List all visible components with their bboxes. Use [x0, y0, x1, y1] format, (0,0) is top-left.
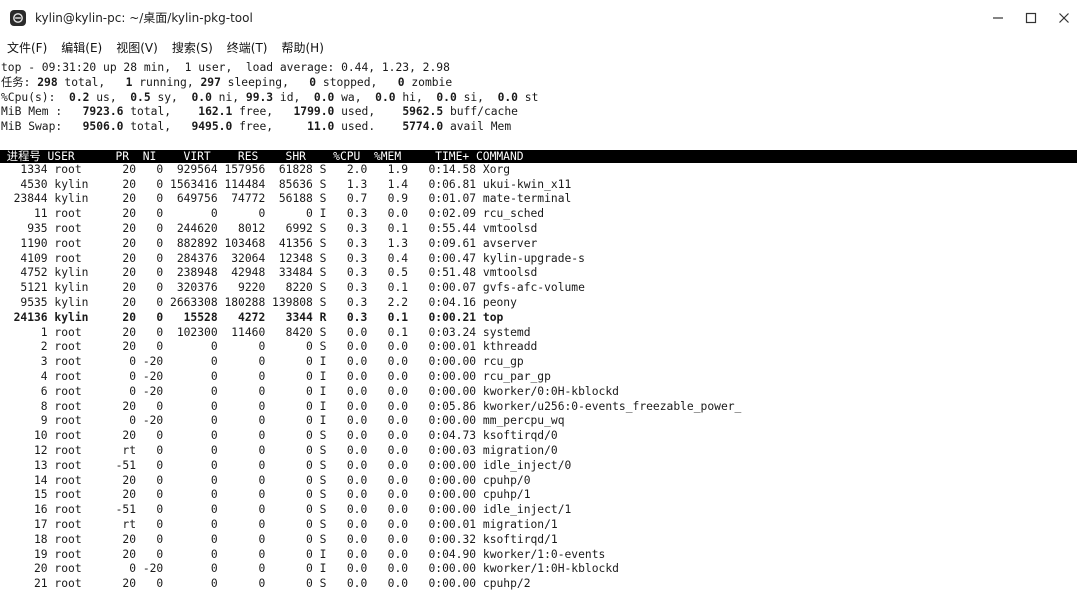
process-row: 12 root rt 0 0 0 0 S 0.0 0.0 0:00.03 mig…	[0, 443, 558, 457]
process-row: 935 root 20 0 244620 8012 6992 S 0.3 0.1…	[0, 221, 538, 235]
uptime-line: top - 09:31:20 up 28 min, 1 user, load a…	[1, 61, 450, 74]
process-row: 6 root 0 -20 0 0 0 I 0.0 0.0 0:00.00 kwo…	[0, 384, 619, 398]
menu-search[interactable]: 搜索(S)	[172, 39, 213, 56]
menu-file[interactable]: 文件(F)	[7, 39, 47, 56]
terminal-app-icon	[10, 9, 26, 26]
maximize-icon	[1025, 12, 1036, 23]
menu-terminal[interactable]: 终端(T)	[227, 39, 268, 56]
process-row: 1 root 20 0 102300 11460 8420 S 0.0 0.1 …	[0, 325, 531, 339]
process-row: 4752 kylin 20 0 238948 42948 33484 S 0.3…	[0, 266, 538, 280]
process-row: 10 root 20 0 0 0 0 S 0.0 0.0 0:04.73 kso…	[0, 429, 558, 443]
process-row: 8 root 20 0 0 0 0 I 0.0 0.0 0:05.86 kwor…	[0, 399, 742, 413]
cpu-line: %Cpu(s): 0.2 us, 0.5 sy, 0.0 ni, 99.3 id…	[1, 90, 539, 104]
process-row: 16 root -51 0 0 0 0 S 0.0 0.0 0:00.00 id…	[0, 503, 572, 517]
mem-line: MiB Mem : 7923.6 total, 162.1 free, 1799…	[1, 105, 518, 119]
process-row: 4109 root 20 0 284376 32064 12348 S 0.3 …	[0, 251, 585, 265]
process-row: 15 root 20 0 0 0 0 S 0.0 0.0 0:00.00 cpu…	[0, 488, 531, 502]
tasks-line: 任务: 298 total, 1 running, 297 sleeping, …	[1, 75, 453, 89]
process-row: 11 root 20 0 0 0 0 I 0.3 0.0 0:02.09 rcu…	[0, 207, 545, 221]
close-button[interactable]	[1047, 0, 1080, 35]
process-row: 1190 root 20 0 882892 103468 41356 S 0.3…	[0, 236, 538, 250]
process-row: 4530 kylin 20 0 1563416 114484 85636 S 1…	[0, 177, 572, 191]
process-row: 5121 kylin 20 0 320376 9220 8220 S 0.3 0…	[0, 281, 585, 295]
terminal-output[interactable]: top - 09:31:20 up 28 min, 1 user, load a…	[0, 61, 1080, 593]
window-title: kylin@kylin-pc: ~/桌面/kylin-pkg-tool	[35, 11, 253, 25]
window-titlebar[interactable]: kylin@kylin-pc: ~/桌面/kylin-pkg-tool	[0, 0, 1080, 35]
process-row: 21 root 20 0 0 0 0 S 0.0 0.0 0:00.00 cpu…	[0, 577, 531, 591]
process-row: 17 root rt 0 0 0 0 S 0.0 0.0 0:00.01 mig…	[0, 517, 558, 531]
process-row: 3 root 0 -20 0 0 0 I 0.0 0.0 0:00.00 rcu…	[0, 355, 524, 369]
swap-line: MiB Swap: 9506.0 total, 9495.0 free, 11.…	[1, 120, 512, 134]
process-row: 4 root 0 -20 0 0 0 I 0.0 0.0 0:00.00 rcu…	[0, 369, 551, 383]
process-table: 1334 root 20 0 929564 157956 61828 S 2.0…	[0, 163, 1080, 592]
menu-bar: 文件(F) 编辑(E) 视图(V) 搜索(S) 终端(T) 帮助(H)	[0, 35, 1080, 59]
process-row: 19 root 20 0 0 0 0 I 0.0 0.0 0:04.90 kwo…	[0, 547, 606, 561]
process-row: 24136 kylin 20 0 15528 4272 3344 R 0.3 0…	[0, 310, 504, 324]
process-row: 9535 kylin 20 0 2663308 180288 139808 S …	[0, 295, 517, 309]
process-row: 1334 root 20 0 929564 157956 61828 S 2.0…	[0, 162, 511, 176]
process-row: 2 root 20 0 0 0 0 S 0.0 0.0 0:00.01 kthr…	[0, 340, 538, 354]
process-row: 23844 kylin 20 0 649756 74772 56188 S 0.…	[0, 192, 572, 206]
process-row: 9 root 0 -20 0 0 0 I 0.0 0.0 0:00.00 mm_…	[0, 414, 565, 428]
process-row: 14 root 20 0 0 0 0 S 0.0 0.0 0:00.00 cpu…	[0, 473, 531, 487]
minimize-icon	[992, 16, 1003, 19]
close-icon	[1058, 12, 1069, 23]
maximize-button[interactable]	[1014, 0, 1047, 35]
minimize-button[interactable]	[981, 0, 1014, 35]
process-row: 18 root 20 0 0 0 0 S 0.0 0.0 0:00.32 kso…	[0, 532, 558, 546]
menu-edit[interactable]: 编辑(E)	[61, 39, 102, 56]
process-table-header: 进程号 USER PR NI VIRT RES SHR %CPU %MEM TI…	[0, 149, 1077, 163]
process-row: 20 root 0 -20 0 0 0 I 0.0 0.0 0:00.00 kw…	[0, 562, 619, 576]
menu-view[interactable]: 视图(V)	[116, 39, 158, 56]
menu-help[interactable]: 帮助(H)	[282, 39, 324, 56]
process-row: 13 root -51 0 0 0 0 S 0.0 0.0 0:00.00 id…	[0, 458, 572, 472]
